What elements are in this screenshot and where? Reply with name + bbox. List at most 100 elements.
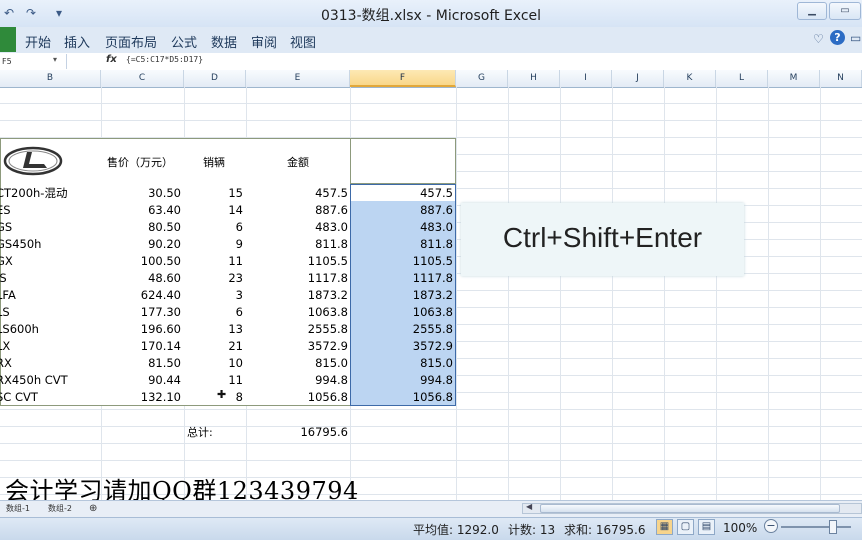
zoom-out-icon[interactable]: −	[764, 519, 778, 533]
col-header-h[interactable]: H	[508, 70, 560, 87]
cell-qty[interactable]: 9	[184, 236, 243, 253]
help-icon[interactable]: ?	[830, 30, 845, 45]
cell-qty[interactable]: 11	[184, 372, 243, 389]
cell-amount[interactable]: 887.6	[246, 202, 348, 219]
cell-qty[interactable]: 8	[184, 389, 243, 406]
tab-home[interactable]: 开始	[25, 32, 51, 51]
col-header-m[interactable]: M	[768, 70, 820, 87]
header-cell-f[interactable]	[350, 138, 456, 184]
total-label[interactable]: 总计:	[187, 424, 213, 441]
col-header-k[interactable]: K	[664, 70, 716, 87]
cell-qty[interactable]: 6	[184, 304, 243, 321]
cell-price[interactable]: 90.44	[101, 372, 181, 389]
cell-amount[interactable]: 994.8	[246, 372, 348, 389]
cell-model[interactable]: RX	[0, 355, 100, 372]
cell-model[interactable]: LS	[0, 304, 100, 321]
insert-function-icon[interactable]: fx	[106, 54, 117, 65]
cell-result[interactable]: 2555.8	[350, 321, 453, 338]
cell-result[interactable]: 1105.5	[350, 253, 453, 270]
cell-result[interactable]: 815.0	[350, 355, 453, 372]
scrollbar-thumb[interactable]	[540, 504, 840, 513]
cell-amount[interactable]: 2555.8	[246, 321, 348, 338]
cell-price[interactable]: 63.40	[101, 202, 181, 219]
cell-qty[interactable]: 3	[184, 287, 243, 304]
cell-result[interactable]: 1873.2	[350, 287, 453, 304]
cell-amount[interactable]: 1063.8	[246, 304, 348, 321]
page-break-view-icon[interactable]: ▤	[698, 519, 715, 535]
cell-model[interactable]: RX450h CVT	[0, 372, 100, 389]
cell-result[interactable]: 3572.9	[350, 338, 453, 355]
cell-amount[interactable]: 1873.2	[246, 287, 348, 304]
col-header-i[interactable]: I	[560, 70, 612, 87]
cell-model[interactable]: LS600h	[0, 321, 100, 338]
cell-price[interactable]: 48.60	[101, 270, 181, 287]
cell-result[interactable]: 1063.8	[350, 304, 453, 321]
cell-amount[interactable]: 1056.8	[246, 389, 348, 406]
cell-qty[interactable]: 13	[184, 321, 243, 338]
cell-price[interactable]: 30.50	[101, 185, 181, 202]
scroll-left-icon[interactable]: ◀	[526, 502, 532, 511]
col-header-c[interactable]: C	[101, 70, 184, 87]
col-header-d[interactable]: D	[184, 70, 246, 87]
cell-amount[interactable]: 1105.5	[246, 253, 348, 270]
minimize-icon[interactable]: ▁	[797, 2, 827, 20]
col-header-n[interactable]: N	[820, 70, 862, 87]
cell-amount[interactable]: 3572.9	[246, 338, 348, 355]
normal-view-icon[interactable]: ▦	[656, 519, 673, 535]
formula-input[interactable]: {=C5:C17*D5:D17}	[126, 55, 203, 64]
undo-icon[interactable]: ↶	[0, 4, 18, 22]
cell-model[interactable]: SC CVT	[0, 389, 100, 406]
cell-model[interactable]: GX	[0, 253, 100, 270]
cell-result[interactable]: 457.5	[350, 185, 453, 202]
cell-model[interactable]: GS450h	[0, 236, 100, 253]
cell-result[interactable]: 1117.8	[350, 270, 453, 287]
header-amount[interactable]: 金额	[287, 154, 309, 171]
cell-result[interactable]: 483.0	[350, 219, 453, 236]
cell-result[interactable]: 887.6	[350, 202, 453, 219]
cell-model[interactable]: LX	[0, 338, 100, 355]
cell-qty[interactable]: 6	[184, 219, 243, 236]
cell-qty[interactable]: 10	[184, 355, 243, 372]
maximize-icon[interactable]: ▭	[829, 2, 861, 20]
tab-review[interactable]: 审阅	[251, 32, 277, 51]
cell-price[interactable]: 100.50	[101, 253, 181, 270]
cell-qty[interactable]: 14	[184, 202, 243, 219]
file-tab[interactable]	[0, 27, 16, 52]
cell-price[interactable]: 177.30	[101, 304, 181, 321]
header-price[interactable]: 售价（万元）	[107, 154, 173, 171]
cell-price[interactable]: 624.40	[101, 287, 181, 304]
sheet-tab-1[interactable]: 数组-1	[6, 503, 30, 514]
page-layout-view-icon[interactable]: ▢	[677, 519, 694, 535]
customize-qat-icon[interactable]: ▾	[50, 4, 68, 22]
tab-formulas[interactable]: 公式	[171, 32, 197, 51]
redo-icon[interactable]: ↷	[22, 4, 40, 22]
cell-amount[interactable]: 811.8	[246, 236, 348, 253]
cell-price[interactable]: 196.60	[101, 321, 181, 338]
cell-result[interactable]: 1056.8	[350, 389, 453, 406]
cell-qty[interactable]: 21	[184, 338, 243, 355]
sheet-tab-2[interactable]: 数组-2	[48, 503, 72, 514]
cell-qty[interactable]: 15	[184, 185, 243, 202]
cell-amount[interactable]: 1117.8	[246, 270, 348, 287]
cell-result[interactable]: 811.8	[350, 236, 453, 253]
tab-data[interactable]: 数据	[211, 32, 237, 51]
cell-model[interactable]: IS	[0, 270, 100, 287]
cell-model[interactable]: GS	[0, 219, 100, 236]
zoom-slider[interactable]	[781, 526, 851, 528]
cell-amount[interactable]: 457.5	[246, 185, 348, 202]
cell-price[interactable]: 80.50	[101, 219, 181, 236]
zoom-slider-thumb[interactable]	[829, 520, 837, 534]
col-header-l[interactable]: L	[716, 70, 768, 87]
cell-qty[interactable]: 11	[184, 253, 243, 270]
header-qty[interactable]: 销辆	[203, 154, 225, 171]
cell-model[interactable]: ES	[0, 202, 100, 219]
col-header-g[interactable]: G	[456, 70, 508, 87]
total-value[interactable]: 16795.6	[246, 424, 348, 441]
cell-model[interactable]: LFA	[0, 287, 100, 304]
cell-price[interactable]: 170.14	[101, 338, 181, 355]
tab-insert[interactable]: 插入	[64, 32, 90, 51]
zoom-level[interactable]: 100%	[723, 521, 757, 535]
tab-view[interactable]: 视图	[290, 32, 316, 51]
cell-amount[interactable]: 483.0	[246, 219, 348, 236]
cell-amount[interactable]: 815.0	[246, 355, 348, 372]
